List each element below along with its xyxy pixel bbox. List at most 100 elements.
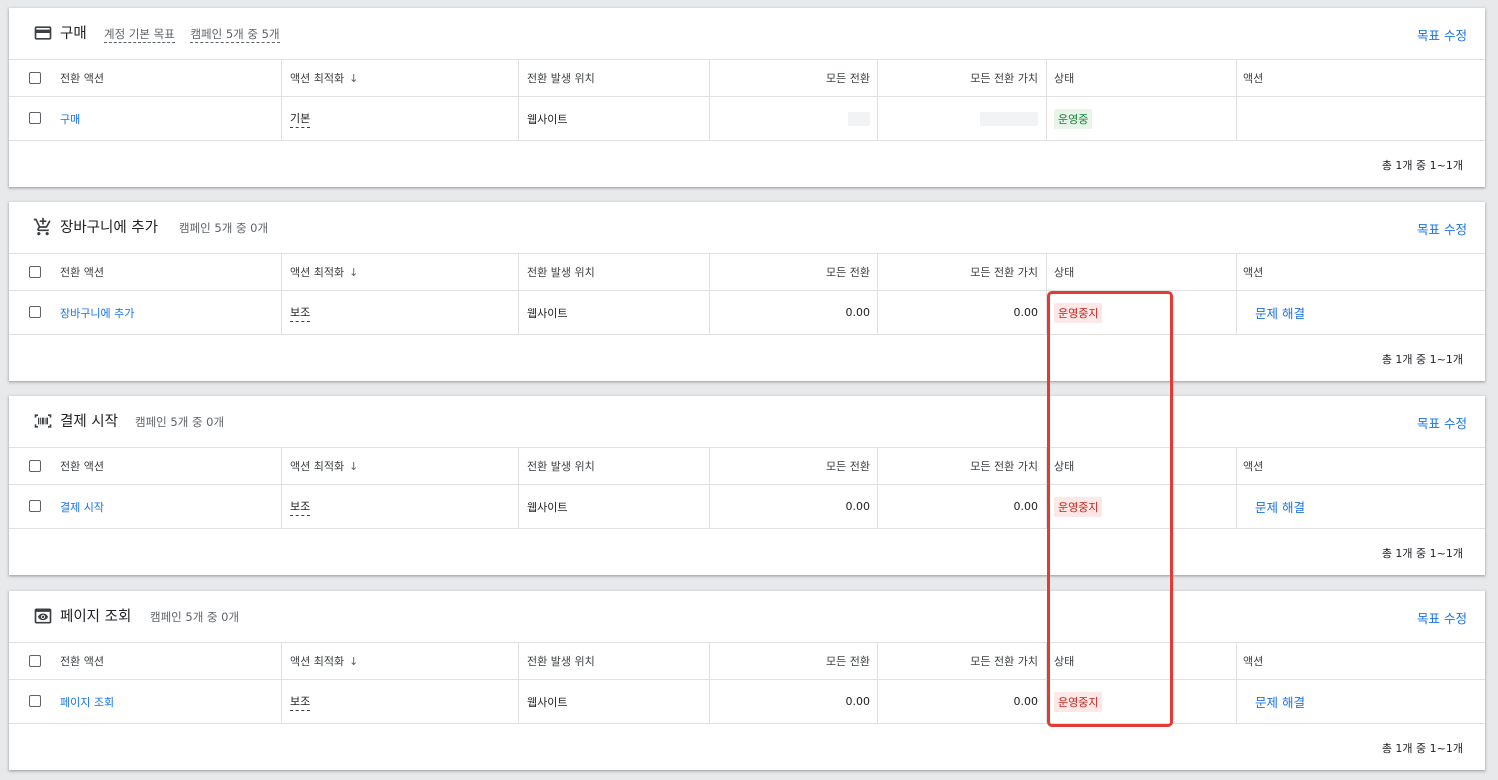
arrow-down-icon: ↓ <box>349 459 359 473</box>
conversion-action-link[interactable]: 구매 <box>60 97 80 140</box>
section-title: 페이지 조회 <box>60 609 132 625</box>
status-badge: 운영중지 <box>1054 302 1103 323</box>
table-footer: 총 1개 중 1~1개 <box>9 141 1485 187</box>
table-row: 결제 시작 보조 웹사이트 0.00 0.00 운영중지 문제 해결 <box>9 485 1485 529</box>
optimization-value[interactable]: 보조 <box>290 498 311 516</box>
goal-card-purchase: 구매 계정 기본 목표 캠페인 5개 중 5개 목표 수정 전환 액션 액션 최… <box>9 8 1485 187</box>
card-header: 구매 계정 기본 목표 캠페인 5개 중 5개 목표 수정 <box>9 8 1485 60</box>
campaign-count: 캠페인 5개 중 0개 <box>179 221 269 235</box>
card-header: 페이지 조회 캠페인 5개 중 0개 목표 수정 <box>9 591 1485 643</box>
col-conversion-action[interactable]: 전환 액션 <box>60 60 104 96</box>
edit-goal-link[interactable]: 목표 수정 <box>1417 413 1467 432</box>
row-checkbox[interactable] <box>29 695 41 707</box>
section-title: 장바구니에 추가 <box>60 220 158 236</box>
campaign-count[interactable]: 캠페인 5개 중 5개 <box>190 27 280 43</box>
conversion-source-value: 웹사이트 <box>527 695 568 709</box>
conversion-source-value: 웹사이트 <box>527 500 568 514</box>
pagination-info: 총 1개 중 1~1개 <box>1381 353 1463 366</box>
select-all-checkbox[interactable] <box>29 655 41 667</box>
edit-goal-link[interactable]: 목표 수정 <box>1417 219 1467 238</box>
select-all-checkbox[interactable] <box>29 72 41 84</box>
select-all-checkbox[interactable] <box>29 266 41 278</box>
col-action-optimization[interactable]: 액션 최적화 ↓ <box>290 448 358 484</box>
select-all-checkbox[interactable] <box>29 460 41 472</box>
section-title: 구매 <box>60 26 87 42</box>
all-conversions-value <box>709 97 870 140</box>
table-row: 구매 기본 웹사이트 운영중 <box>9 97 1485 141</box>
col-all-conversion-value[interactable]: 모든 전환 가치 <box>877 254 1038 290</box>
all-conversions-value: 0.00 <box>845 695 871 708</box>
table-header-row: 전환 액션 액션 최적화 ↓ 전환 발생 위치 모든 전환 모든 전환 가치 상태… <box>9 643 1485 680</box>
arrow-down-icon: ↓ <box>349 654 359 668</box>
conversion-action-link[interactable]: 페이지 조회 <box>60 680 114 723</box>
goal-card-begin-checkout: 결제 시작 캠페인 5개 중 0개 목표 수정 전환 액션 액션 최적화 ↓ 전환… <box>9 396 1485 575</box>
account-default-goal-label[interactable]: 계정 기본 목표 <box>104 27 175 43</box>
col-actions: 액션 <box>1243 655 1264 668</box>
barcode-scanner-icon <box>33 411 53 431</box>
all-conversion-value-value <box>877 97 1038 140</box>
arrow-down-icon: ↓ <box>349 71 359 85</box>
col-conversion-source[interactable]: 전환 발생 위치 <box>527 448 595 484</box>
col-all-conversions[interactable]: 모든 전환 <box>709 254 870 290</box>
col-action-optimization[interactable]: 액션 최적화 ↓ <box>290 60 358 96</box>
edit-goal-link[interactable]: 목표 수정 <box>1417 25 1467 44</box>
troubleshoot-link[interactable]: 문제 해결 <box>1255 692 1305 711</box>
col-conversion-source[interactable]: 전환 발생 위치 <box>527 643 595 679</box>
campaign-count: 캠페인 5개 중 0개 <box>150 610 240 624</box>
add-shopping-cart-icon <box>33 217 53 237</box>
col-all-conversion-value[interactable]: 모든 전환 가치 <box>877 448 1038 484</box>
col-all-conversions[interactable]: 모든 전환 <box>709 448 870 484</box>
col-action-optimization[interactable]: 액션 최적화 ↓ <box>290 643 358 679</box>
campaign-count: 캠페인 5개 중 0개 <box>135 415 225 429</box>
all-conversion-value-value: 0.00 <box>1013 695 1039 708</box>
table-footer: 총 1개 중 1~1개 <box>9 724 1485 770</box>
col-all-conversion-value[interactable]: 모든 전환 가치 <box>877 60 1038 96</box>
goal-card-add-to-cart: 장바구니에 추가 캠페인 5개 중 0개 목표 수정 전환 액션 액션 최적화 ↓… <box>9 202 1485 381</box>
conversion-action-link[interactable]: 결제 시작 <box>60 485 104 528</box>
pagination-info: 총 1개 중 1~1개 <box>1381 742 1463 755</box>
table-header-row: 전환 액션 액션 최적화 ↓ 전환 발생 위치 모든 전환 모든 전환 가치 상태… <box>9 448 1485 485</box>
redacted-value <box>848 111 870 126</box>
col-all-conversion-value[interactable]: 모든 전환 가치 <box>877 643 1038 679</box>
table-header-row: 전환 액션 액션 최적화 ↓ 전환 발생 위치 모든 전환 모든 전환 가치 상태… <box>9 254 1485 291</box>
conversion-action-link[interactable]: 장바구니에 추가 <box>60 291 134 334</box>
col-conversion-action[interactable]: 전환 액션 <box>60 643 104 679</box>
card-header: 결제 시작 캠페인 5개 중 0개 목표 수정 <box>9 396 1485 448</box>
col-action-optimization[interactable]: 액션 최적화 ↓ <box>290 254 358 290</box>
row-checkbox[interactable] <box>29 306 41 318</box>
row-checkbox[interactable] <box>29 500 41 512</box>
col-all-conversions[interactable]: 모든 전환 <box>709 643 870 679</box>
col-status[interactable]: 상태 <box>1054 60 1074 96</box>
col-actions: 액션 <box>1243 72 1264 85</box>
all-conversion-value-value: 0.00 <box>1013 500 1039 513</box>
optimization-value[interactable]: 보조 <box>290 693 311 711</box>
section-title: 결제 시작 <box>60 414 118 430</box>
pagination-info: 총 1개 중 1~1개 <box>1381 547 1463 560</box>
col-actions: 액션 <box>1243 266 1264 279</box>
troubleshoot-link[interactable]: 문제 해결 <box>1255 303 1305 322</box>
col-conversion-action[interactable]: 전환 액션 <box>60 448 104 484</box>
conversion-source-value: 웹사이트 <box>527 112 568 126</box>
col-conversion-action[interactable]: 전환 액션 <box>60 254 104 290</box>
status-badge: 운영중 <box>1054 108 1093 129</box>
edit-goal-link[interactable]: 목표 수정 <box>1417 608 1467 627</box>
redacted-value <box>980 111 1038 126</box>
status-badge: 운영중지 <box>1054 691 1103 712</box>
page-view-icon <box>33 606 53 626</box>
col-status[interactable]: 상태 <box>1054 643 1074 679</box>
optimization-value[interactable]: 기본 <box>290 110 311 128</box>
col-conversion-source[interactable]: 전환 발생 위치 <box>527 254 595 290</box>
optimization-value[interactable]: 보조 <box>290 304 311 322</box>
col-status[interactable]: 상태 <box>1054 254 1074 290</box>
status-badge: 운영중지 <box>1054 496 1103 517</box>
col-status[interactable]: 상태 <box>1054 448 1074 484</box>
table-footer: 총 1개 중 1~1개 <box>9 529 1485 575</box>
conversion-source-value: 웹사이트 <box>527 306 568 320</box>
col-actions: 액션 <box>1243 460 1264 473</box>
col-all-conversions[interactable]: 모든 전환 <box>709 60 870 96</box>
troubleshoot-link[interactable]: 문제 해결 <box>1255 497 1305 516</box>
table-footer: 총 1개 중 1~1개 <box>9 335 1485 381</box>
card-header: 장바구니에 추가 캠페인 5개 중 0개 목표 수정 <box>9 202 1485 254</box>
row-checkbox[interactable] <box>29 112 41 124</box>
col-conversion-source[interactable]: 전환 발생 위치 <box>527 60 595 96</box>
